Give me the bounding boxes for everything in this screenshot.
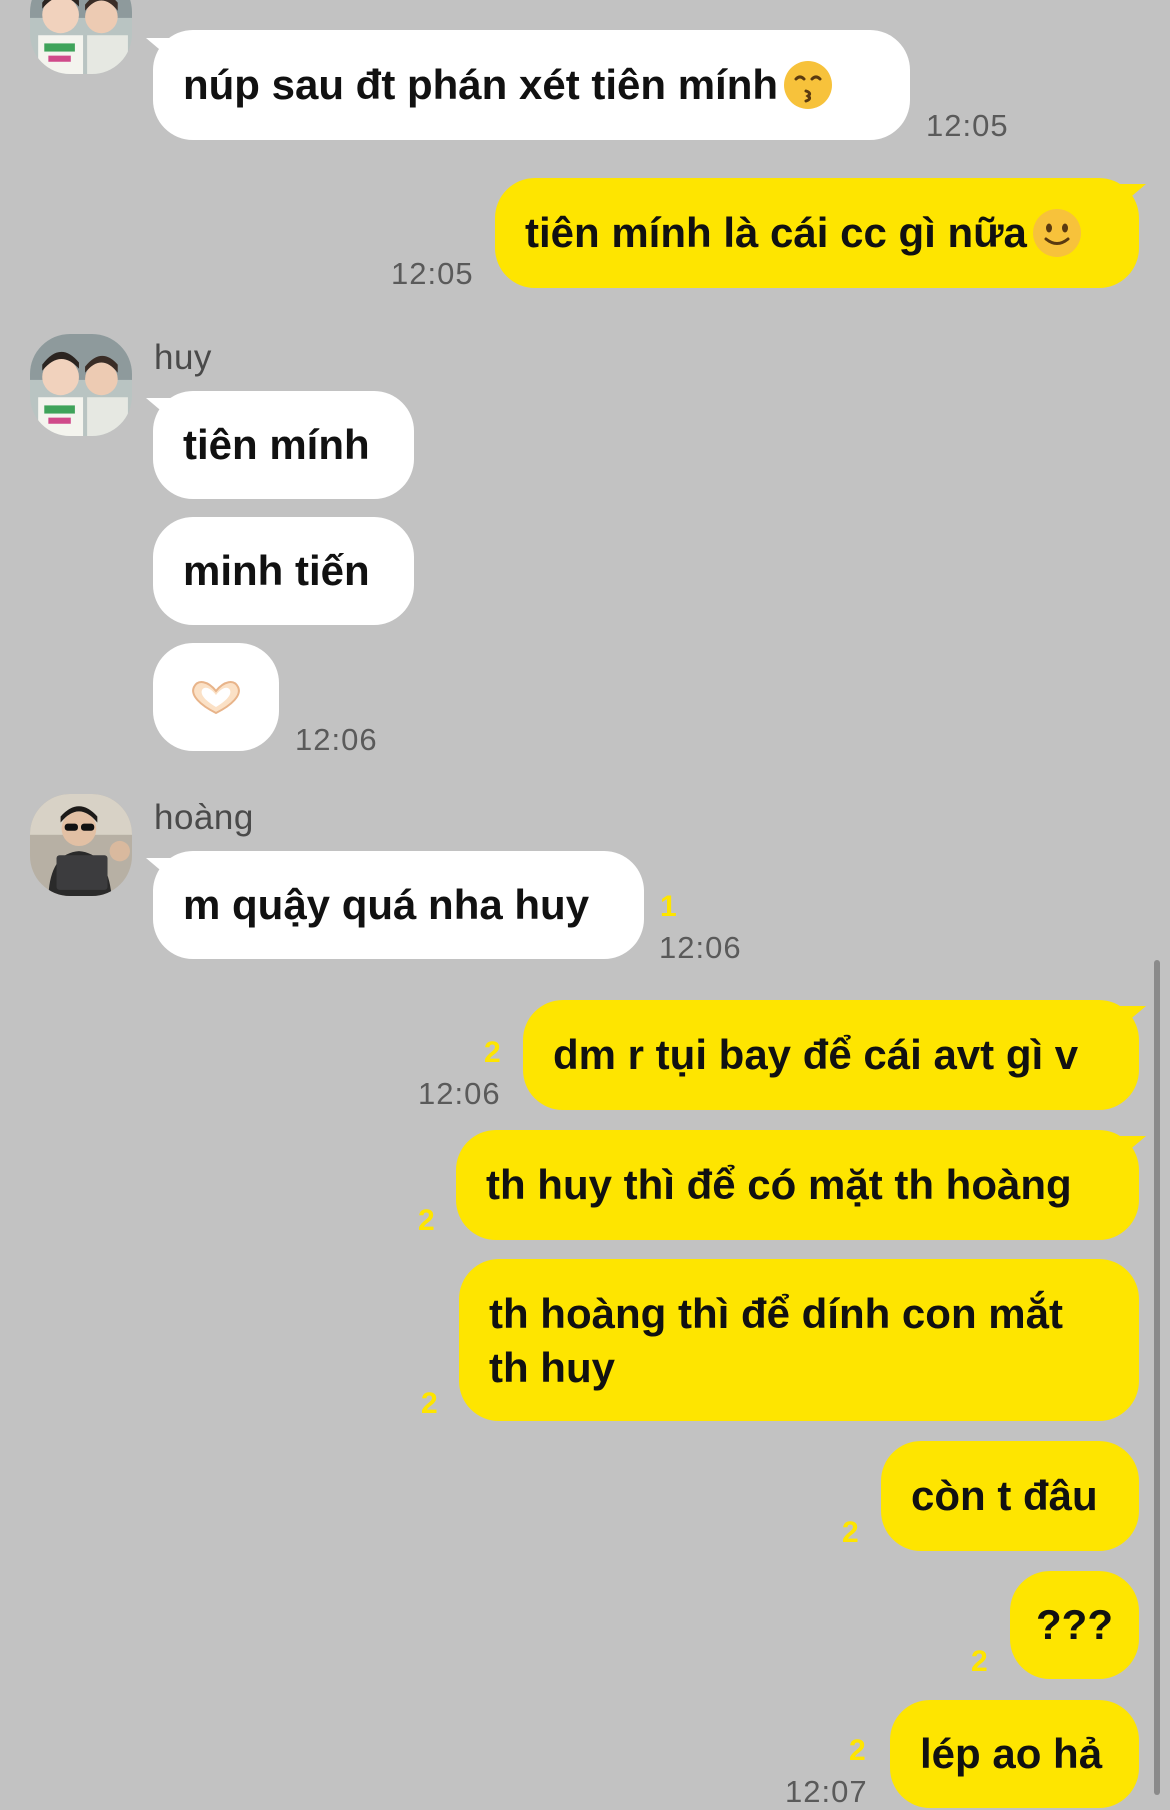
sender-avatar-hoang[interactable]: [30, 794, 132, 896]
unread-count: 2: [484, 1036, 501, 1069]
unread-count: 2: [842, 1516, 859, 1549]
message-text: ???: [1036, 1601, 1113, 1648]
message-timestamp: 12:07: [785, 1774, 868, 1809]
message-text: núp sau đt phán xét tiên mính: [183, 61, 779, 108]
unread-count: 1: [660, 890, 677, 923]
message-bubble-outgoing[interactable]: tiên mính là cái cc gì nữa: [495, 178, 1139, 288]
message-bubble-incoming[interactable]: m quậy quá nha huy: [153, 851, 644, 959]
unread-count: 2: [971, 1645, 988, 1678]
message-bubble-outgoing[interactable]: th hoàng thì để dính con mắt th huy: [459, 1259, 1139, 1421]
message-text: còn t đâu: [911, 1472, 1098, 1519]
bubble-tail: [1120, 1136, 1146, 1158]
message-bubble-incoming[interactable]: núp sau đt phán xét tiên mính: [153, 30, 910, 140]
sender-avatar-huy[interactable]: [30, 0, 132, 74]
chat-conversation[interactable]: núp sau đt phán xét tiên mính 12:05 tiên…: [0, 0, 1170, 1809]
kissing-face-emoji-icon: [782, 59, 834, 111]
message-bubble-outgoing[interactable]: ???: [1010, 1571, 1139, 1679]
message-bubble-outgoing[interactable]: còn t đâu: [881, 1441, 1139, 1551]
message-timestamp: 12:06: [418, 1076, 501, 1111]
bubble-tail: [146, 38, 172, 60]
sender-avatar-huy[interactable]: [30, 334, 132, 436]
message-bubble-incoming[interactable]: tiên mính: [153, 391, 414, 499]
message-timestamp: 12:05: [391, 256, 474, 291]
bubble-tail: [146, 398, 172, 420]
message-text: tiên mính: [183, 421, 370, 468]
message-text: minh tiến: [183, 547, 370, 594]
message-bubble-incoming[interactable]: minh tiến: [153, 517, 414, 625]
message-bubble-outgoing[interactable]: lép ao hả: [890, 1700, 1139, 1808]
bubble-tail: [146, 858, 172, 880]
scrollbar[interactable]: [1154, 960, 1160, 1795]
sender-name: hoàng: [154, 798, 254, 837]
unread-count: 2: [418, 1204, 435, 1237]
message-text: lép ao hả: [920, 1730, 1103, 1777]
unread-count: 2: [849, 1734, 866, 1767]
message-bubble-incoming[interactable]: [153, 643, 279, 751]
bubble-tail: [1120, 1006, 1146, 1028]
slightly-smiling-face-emoji-icon: [1031, 207, 1083, 259]
message-bubble-outgoing[interactable]: dm r tụi bay để cái avt gì v: [523, 1000, 1139, 1110]
message-timestamp: 12:06: [295, 722, 378, 757]
message-text: th huy thì để có mặt th hoàng: [486, 1161, 1072, 1208]
unread-count: 2: [421, 1387, 438, 1420]
message-text: tiên mính là cái cc gì nữa: [525, 209, 1027, 256]
message-text: th hoàng thì để dính con mắt th huy: [489, 1290, 1063, 1391]
message-timestamp: 12:06: [659, 930, 742, 965]
message-bubble-outgoing[interactable]: th huy thì để có mặt th hoàng: [456, 1130, 1139, 1240]
message-text: dm r tụi bay để cái avt gì v: [553, 1031, 1079, 1078]
sender-name: huy: [154, 338, 212, 377]
message-text: m quậy quá nha huy: [183, 881, 590, 928]
heart-hands-emoji-icon: [188, 677, 244, 717]
message-timestamp: 12:05: [926, 108, 1009, 143]
bubble-tail: [1120, 184, 1146, 206]
